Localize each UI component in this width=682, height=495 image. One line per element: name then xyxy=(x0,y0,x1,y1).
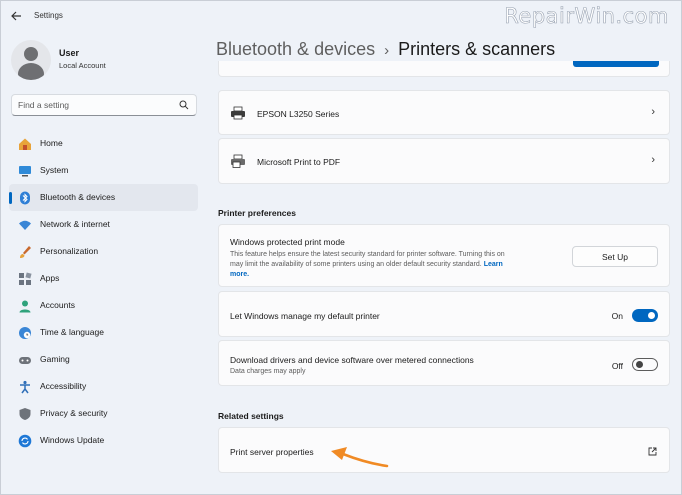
protected-print-mode-label: Windows protected print mode xyxy=(230,237,345,247)
printer-name: Microsoft Print to PDF xyxy=(257,157,341,167)
sidebar-item-apps[interactable]: Apps xyxy=(9,265,198,292)
accessibility-icon xyxy=(17,379,32,394)
shield-icon xyxy=(17,406,32,421)
window-title: Settings xyxy=(34,11,63,20)
chevron-right-icon: › xyxy=(651,154,655,166)
toggle-state-text: Off xyxy=(611,361,623,371)
update-icon xyxy=(17,433,32,448)
sidebar-item-windows-update[interactable]: Windows Update xyxy=(9,427,198,454)
protected-print-mode-desc: This feature helps ensure the latest sec… xyxy=(230,250,560,280)
sidebar-item-label: Windows Update xyxy=(40,435,105,445)
avatar[interactable] xyxy=(11,40,51,80)
sidebar-item-home[interactable]: Home xyxy=(9,130,198,157)
print-server-properties-label: Print server properties xyxy=(230,447,314,457)
wifi-icon xyxy=(17,217,32,232)
printer-row-pdf[interactable]: Microsoft Print to PDF › xyxy=(218,138,670,184)
sidebar-item-accounts[interactable]: Accounts xyxy=(9,292,198,319)
sidebar-item-label: Network & internet xyxy=(40,219,110,229)
system-icon xyxy=(17,163,32,178)
manage-default-printer-toggle[interactable] xyxy=(632,309,658,322)
manage-default-printer-label: Let Windows manage my default printer xyxy=(230,311,380,321)
chevron-right-icon: › xyxy=(651,106,655,118)
sidebar-item-label: System xyxy=(40,165,69,175)
sidebar-item-label: Time & language xyxy=(40,327,104,337)
sidebar-item-label: Privacy & security xyxy=(40,408,108,418)
search-icon[interactable] xyxy=(179,100,189,110)
pdf-printer-icon xyxy=(231,154,245,168)
sidebar-item-label: Accounts xyxy=(40,300,75,310)
sidebar-item-bluetooth-devices[interactable]: Bluetooth & devices xyxy=(9,184,198,211)
sidebar-item-network[interactable]: Network & internet xyxy=(9,211,198,238)
printer-row-epson[interactable]: EPSON L3250 Series › xyxy=(218,90,670,135)
apps-icon xyxy=(17,271,32,286)
sidebar-item-label: Gaming xyxy=(40,354,70,364)
metered-download-desc: Data charges may apply xyxy=(230,368,306,375)
learn-more-text: more. xyxy=(230,271,250,278)
breadcrumb: Bluetooth & devices › Printers & scanners xyxy=(216,39,555,60)
sidebar-item-label: Apps xyxy=(40,273,60,283)
accounts-icon xyxy=(17,298,32,313)
partial-card xyxy=(218,61,670,77)
search-box[interactable] xyxy=(11,94,197,116)
gamepad-icon xyxy=(17,352,32,367)
back-arrow-icon[interactable] xyxy=(10,10,22,22)
sidebar-item-personalization[interactable]: Personalization xyxy=(9,238,198,265)
globe-clock-icon xyxy=(17,325,32,340)
sidebar-item-time-language[interactable]: Time & language xyxy=(9,319,198,346)
sidebar-nav: Home System Bluetooth & devices Network … xyxy=(9,130,198,454)
printer-icon xyxy=(231,106,245,120)
user-name: User xyxy=(59,48,80,58)
sidebar-item-accessibility[interactable]: Accessibility xyxy=(9,373,198,400)
print-server-properties-row[interactable]: Print server properties xyxy=(218,427,670,473)
printer-name: EPSON L3250 Series xyxy=(257,109,340,119)
annotation-arrow-icon xyxy=(331,447,389,468)
section-title-printer-preferences: Printer preferences xyxy=(218,208,296,218)
toggle-state-text: On xyxy=(611,311,623,321)
breadcrumb-separator: › xyxy=(384,42,390,59)
learn-more-text: Learn xyxy=(483,261,503,268)
external-link-icon xyxy=(648,447,657,456)
account-type: Local Account xyxy=(59,61,106,70)
desc-line: may limit the availability of some print… xyxy=(230,261,482,268)
sidebar-item-label: Bluetooth & devices xyxy=(40,192,116,202)
sidebar-item-gaming[interactable]: Gaming xyxy=(9,346,198,373)
bluetooth-icon xyxy=(17,190,32,205)
title-bar: Settings RepairWin.com xyxy=(1,1,682,31)
sidebar-item-label: Personalization xyxy=(40,246,99,256)
add-device-button[interactable] xyxy=(573,61,659,67)
watermark: RepairWin.com xyxy=(504,4,669,29)
brush-icon xyxy=(17,244,32,259)
desc-line: This feature helps ensure the latest sec… xyxy=(230,251,505,258)
sidebar-item-label: Accessibility xyxy=(40,381,87,391)
manage-default-printer-row: Let Windows manage my default printer On xyxy=(218,291,670,337)
sidebar-item-privacy-security[interactable]: Privacy & security xyxy=(9,400,198,427)
breadcrumb-parent[interactable]: Bluetooth & devices xyxy=(216,39,375,59)
metered-download-label: Download drivers and device software ove… xyxy=(230,355,474,365)
section-title-related-settings: Related settings xyxy=(218,411,284,421)
page-title: Printers & scanners xyxy=(398,39,556,59)
search-input[interactable] xyxy=(18,98,168,112)
set-up-button[interactable]: Set Up xyxy=(572,246,658,267)
protected-print-mode-row: Windows protected print mode This featur… xyxy=(218,224,670,287)
metered-download-row: Download drivers and device software ove… xyxy=(218,340,670,386)
metered-download-toggle[interactable] xyxy=(632,358,658,371)
sidebar-item-system[interactable]: System xyxy=(9,157,198,184)
home-icon xyxy=(17,136,32,151)
sidebar-item-label: Home xyxy=(40,138,63,148)
